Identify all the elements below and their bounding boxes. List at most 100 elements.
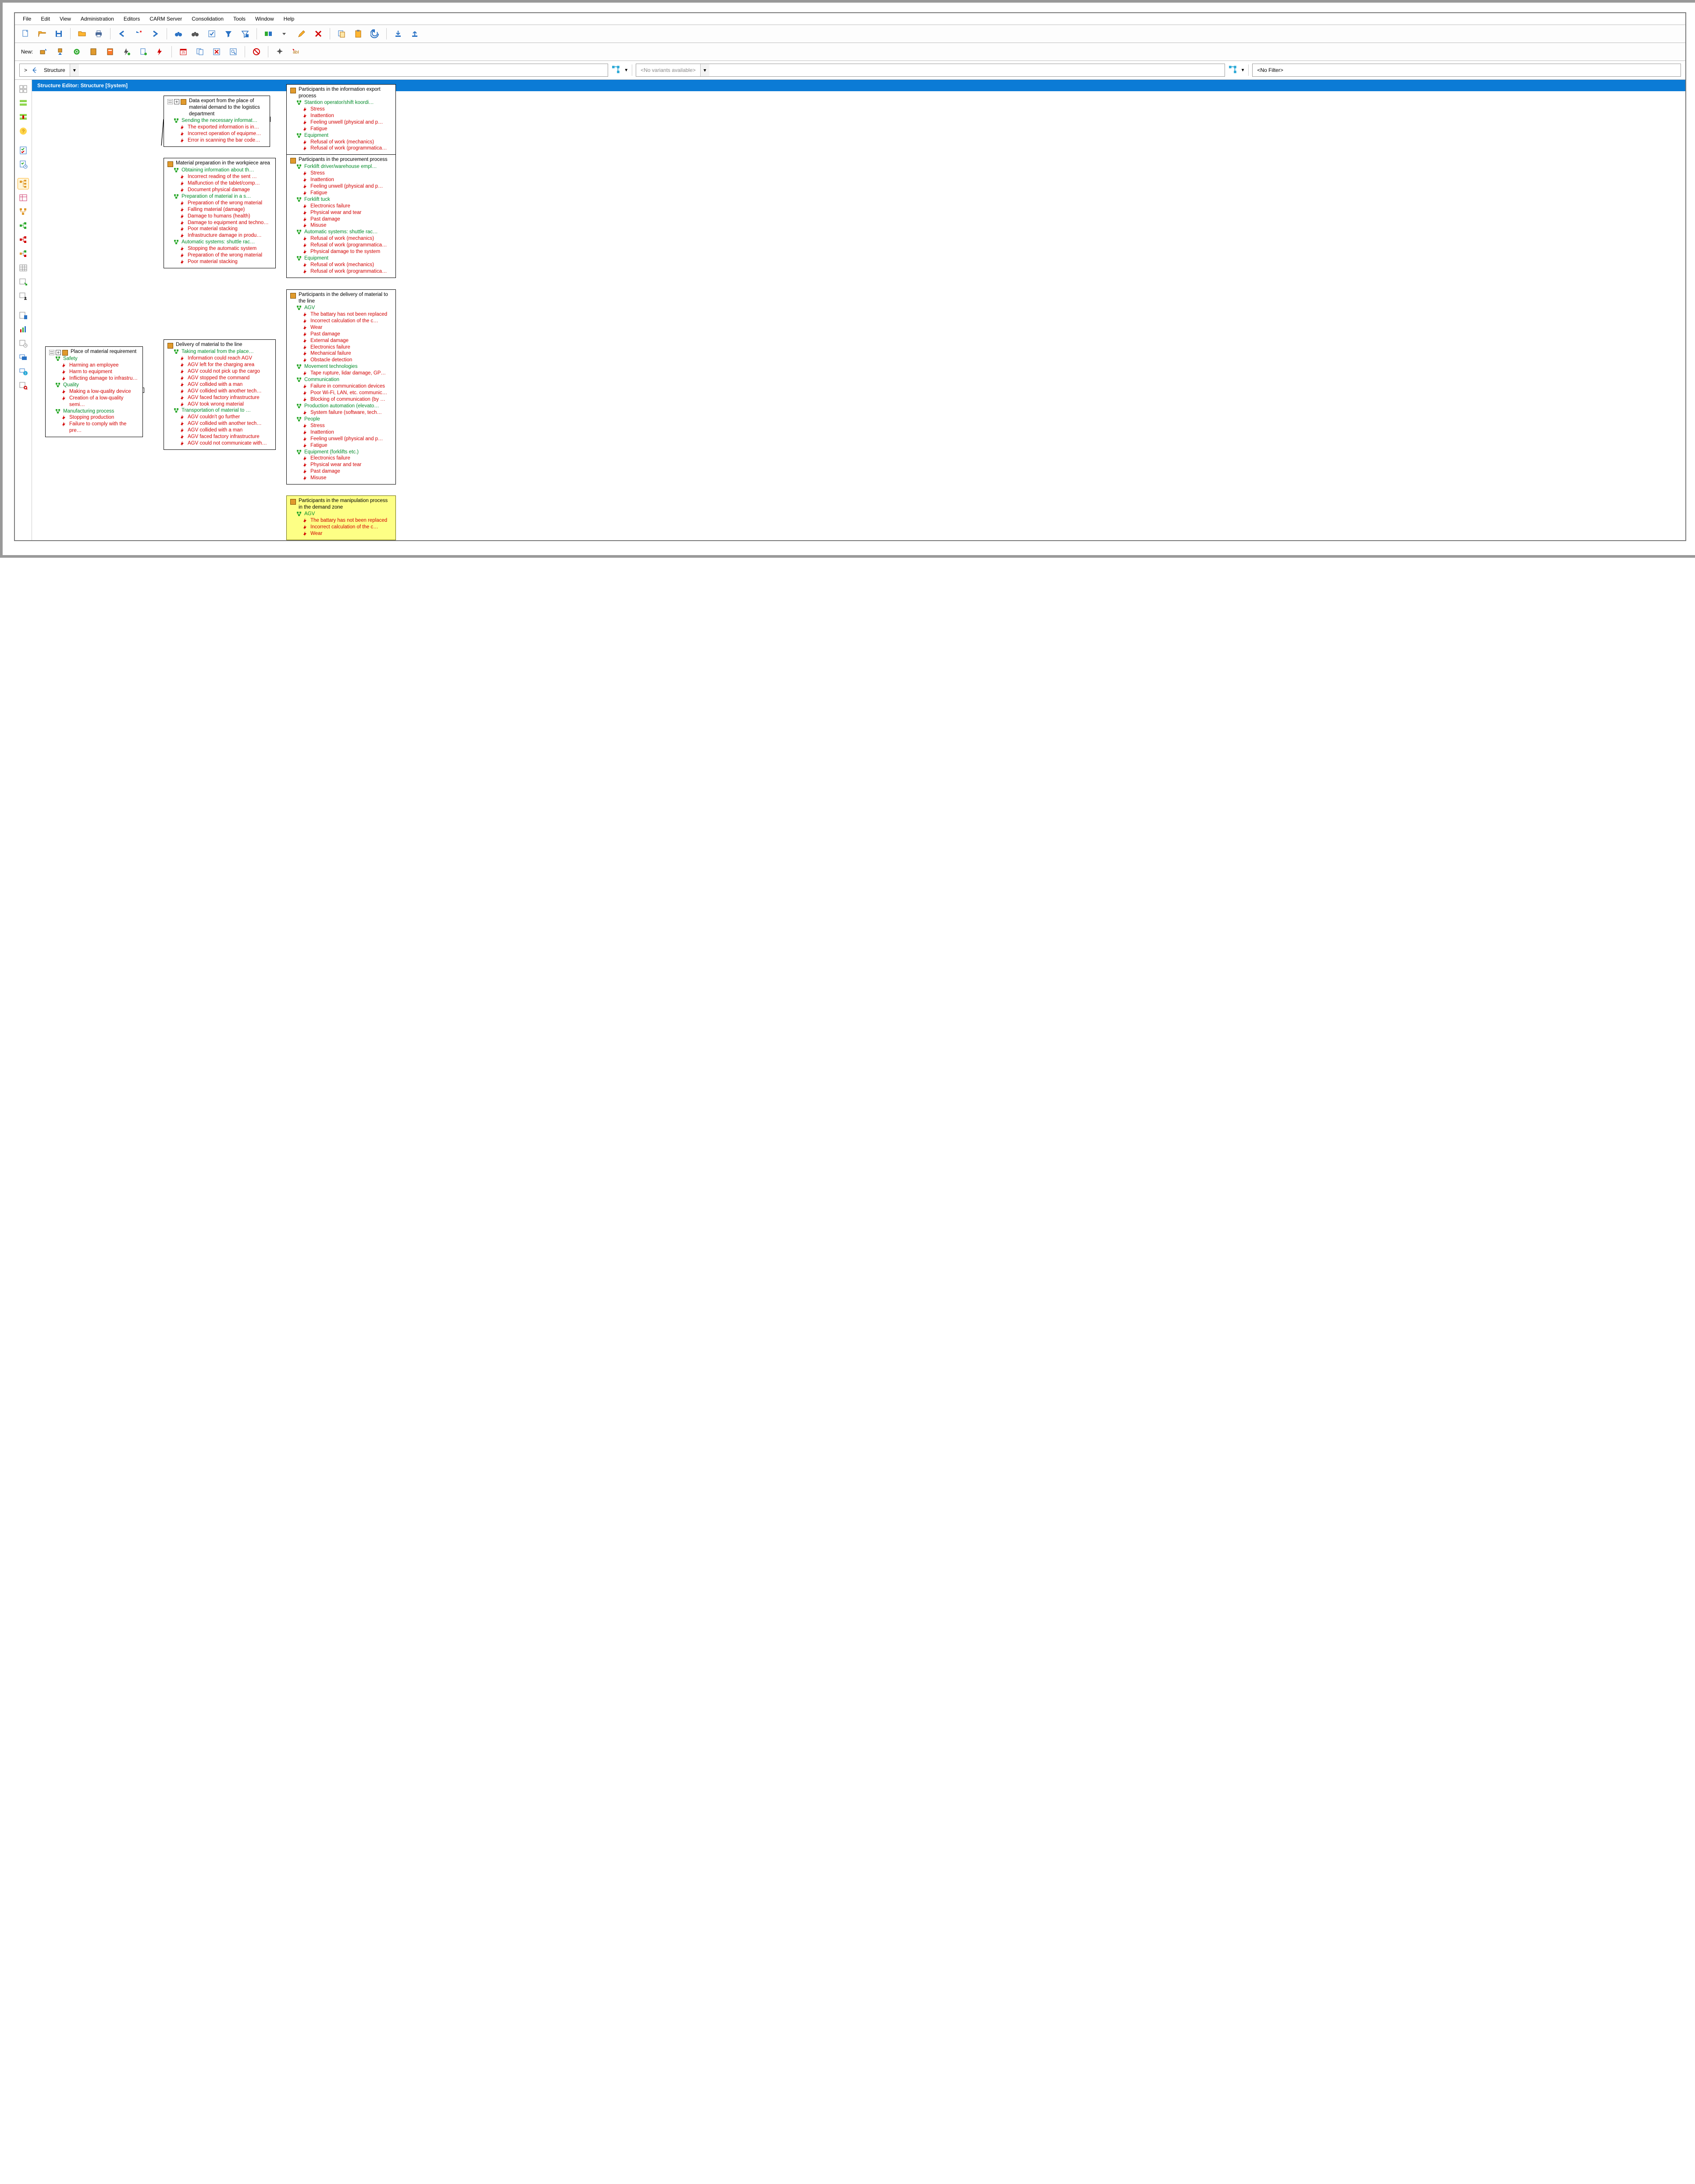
tree-orange-icon[interactable]	[18, 206, 29, 217]
arrow-up-flag-icon[interactable]	[132, 28, 145, 40]
failure-item[interactable]: The battary has not been replaced	[290, 517, 392, 524]
box-participants-procurement[interactable]: Participants in the procurement processF…	[286, 154, 396, 278]
failure-item[interactable]: Refusal of work (programmatica…	[290, 242, 392, 249]
blocked-icon[interactable]	[250, 46, 263, 58]
green-group[interactable]: Communication	[290, 377, 392, 383]
box-place-requirement[interactable]: Place of material requirementSafetyHarmi…	[45, 346, 143, 437]
menu-edit[interactable]: Edit	[41, 16, 50, 22]
new-icon[interactable]	[19, 28, 32, 40]
box-material-preparation[interactable]: Material preparation in the workpiece ar…	[164, 158, 276, 268]
menu-window[interactable]: Window	[255, 16, 274, 22]
failure-item[interactable]: Electronics failure	[290, 455, 392, 462]
collapse-icon[interactable]	[174, 99, 179, 104]
failure-item[interactable]: Past damage	[290, 216, 392, 223]
box-participants-export[interactable]: Participants in the information export p…	[286, 84, 396, 155]
failure-item[interactable]: Fatigue	[290, 126, 392, 132]
failure-item[interactable]: Incorrect calculation of the c…	[290, 318, 392, 324]
grid-icon[interactable]	[18, 83, 29, 95]
menu-administration[interactable]: Administration	[81, 16, 114, 22]
failure-item[interactable]: Stopping production	[49, 414, 139, 421]
green-group[interactable]: Forklift tuck	[290, 196, 392, 203]
failure-item[interactable]: Physical wear and tear	[290, 462, 392, 468]
tree-node-icon[interactable]	[1229, 65, 1237, 75]
tree-red-icon[interactable]	[18, 234, 29, 246]
failure-item[interactable]: Tape rupture, lidar damage, GP…	[290, 370, 392, 377]
info-layers-icon[interactable]: i	[18, 366, 29, 377]
structure-tree-icon[interactable]	[18, 178, 29, 189]
failure-item[interactable]: External damage	[290, 338, 392, 344]
failure-item[interactable]: Stress	[290, 423, 392, 429]
failure-item[interactable]: AGV could not communicate with…	[167, 440, 272, 447]
menu-consolidation[interactable]: Consolidation	[192, 16, 224, 22]
docs-icon[interactable]	[194, 46, 206, 58]
menubar[interactable]: FileEditViewAdministrationEditorsCARM Se…	[15, 13, 1685, 25]
folder-open-icon[interactable]	[76, 28, 88, 40]
funnel-icon[interactable]	[222, 28, 235, 40]
failure-item[interactable]: Making a low-quality device	[49, 388, 139, 395]
failure-item[interactable]: Feeling unwell (physical and p…	[290, 183, 392, 190]
compare-icon[interactable]	[262, 28, 274, 40]
failure-item[interactable]: Information could reach AGV	[167, 355, 272, 362]
green-group[interactable]: People	[290, 416, 392, 423]
failure-item[interactable]: AGV collided with a man	[167, 427, 272, 434]
search-doc-icon[interactable]	[227, 46, 239, 58]
failure-item[interactable]: Fatigue	[290, 190, 392, 196]
failure-item[interactable]: Incorrect reading of the sent …	[167, 174, 272, 180]
table-search-icon[interactable]	[18, 380, 29, 391]
green-group[interactable]: Movement technologies	[290, 363, 392, 370]
combo-filter[interactable]: <No Filter>	[1252, 64, 1681, 77]
menu-tools[interactable]: Tools	[233, 16, 246, 22]
box-participants-manipulation[interactable]: Participants in the manipulation process…	[286, 495, 396, 540]
tree-toggle-icon[interactable]	[49, 350, 54, 355]
new-gear-icon[interactable]	[71, 46, 83, 58]
failure-item[interactable]: Malfunction of the tablet/comp…	[167, 180, 272, 187]
tree-mixed-icon[interactable]	[18, 248, 29, 260]
green-group[interactable]: Safety	[49, 356, 139, 362]
paste-icon[interactable]	[352, 28, 364, 40]
failure-item[interactable]: Refusal of work (mechanics)	[290, 262, 392, 268]
table-user-icon[interactable]	[18, 290, 29, 302]
tree-toggle-icon[interactable]	[167, 99, 173, 104]
failure-item[interactable]: The exported information is in…	[167, 124, 266, 131]
layers-icon[interactable]	[18, 352, 29, 363]
failure-item[interactable]: Creation of a low-quality semi…	[49, 395, 139, 408]
open-icon[interactable]	[36, 28, 48, 40]
green-group[interactable]: Equipment	[290, 132, 392, 139]
split-dropdown-tiny-icon[interactable]: ▼	[624, 68, 628, 73]
failure-item[interactable]: Poor material stacking	[167, 226, 272, 232]
binoculars-alt-icon[interactable]	[189, 28, 201, 40]
failure-item[interactable]: Stopping the automatic system	[167, 246, 272, 252]
download-icon[interactable]	[392, 28, 404, 40]
failure-item[interactable]: Incorrect operation of equipme…	[167, 131, 266, 137]
new-element-icon[interactable]	[37, 46, 50, 58]
pencil-icon[interactable]	[296, 28, 308, 40]
combo-structure[interactable]: > Structure ▾	[19, 64, 608, 77]
failure-item[interactable]: Preparation of the wrong material	[167, 252, 272, 259]
failure-item[interactable]: Refusal of work (mechanics)	[290, 235, 392, 242]
green-group[interactable]: Obtaining information about th…	[167, 167, 272, 174]
failure-item[interactable]: Inattention	[290, 113, 392, 119]
failure-item[interactable]: AGV couldn't go further	[167, 414, 272, 420]
tree-node-icon[interactable]	[612, 65, 620, 75]
failure-item[interactable]: Fatigue	[290, 442, 392, 449]
failure-item[interactable]: Inflicting damage to infrastru…	[49, 375, 139, 382]
failure-item[interactable]: Stress	[290, 170, 392, 177]
failure-item[interactable]: Electronics failure	[290, 344, 392, 351]
arrow-left-icon[interactable]	[116, 28, 128, 40]
delete-icon[interactable]	[312, 28, 324, 40]
green-group[interactable]: Automatic systems: shuttle rac…	[167, 239, 272, 246]
arrow-right-icon[interactable]	[149, 28, 161, 40]
sparkle-icon[interactable]	[274, 46, 286, 58]
green-group[interactable]: Sending the necessary informat…	[167, 118, 266, 124]
checkbox-icon[interactable]	[206, 28, 218, 40]
failure-item[interactable]: AGV collided with another tech…	[167, 420, 272, 427]
undo-icon[interactable]	[369, 28, 381, 40]
failure-item[interactable]: Damage to equipment and techno…	[167, 220, 272, 226]
help-icon[interactable]: ?	[18, 125, 29, 137]
failure-item[interactable]: Preparation of the wrong material	[167, 200, 272, 207]
failure-item[interactable]: Falling material (damage)	[167, 207, 272, 213]
failure-item[interactable]: Harming an employee	[49, 362, 139, 369]
failure-item[interactable]: Incorrect calculation of the c…	[290, 524, 392, 531]
new-doc-green-icon[interactable]	[137, 46, 150, 58]
failure-item[interactable]: Poor material stacking	[167, 259, 272, 265]
